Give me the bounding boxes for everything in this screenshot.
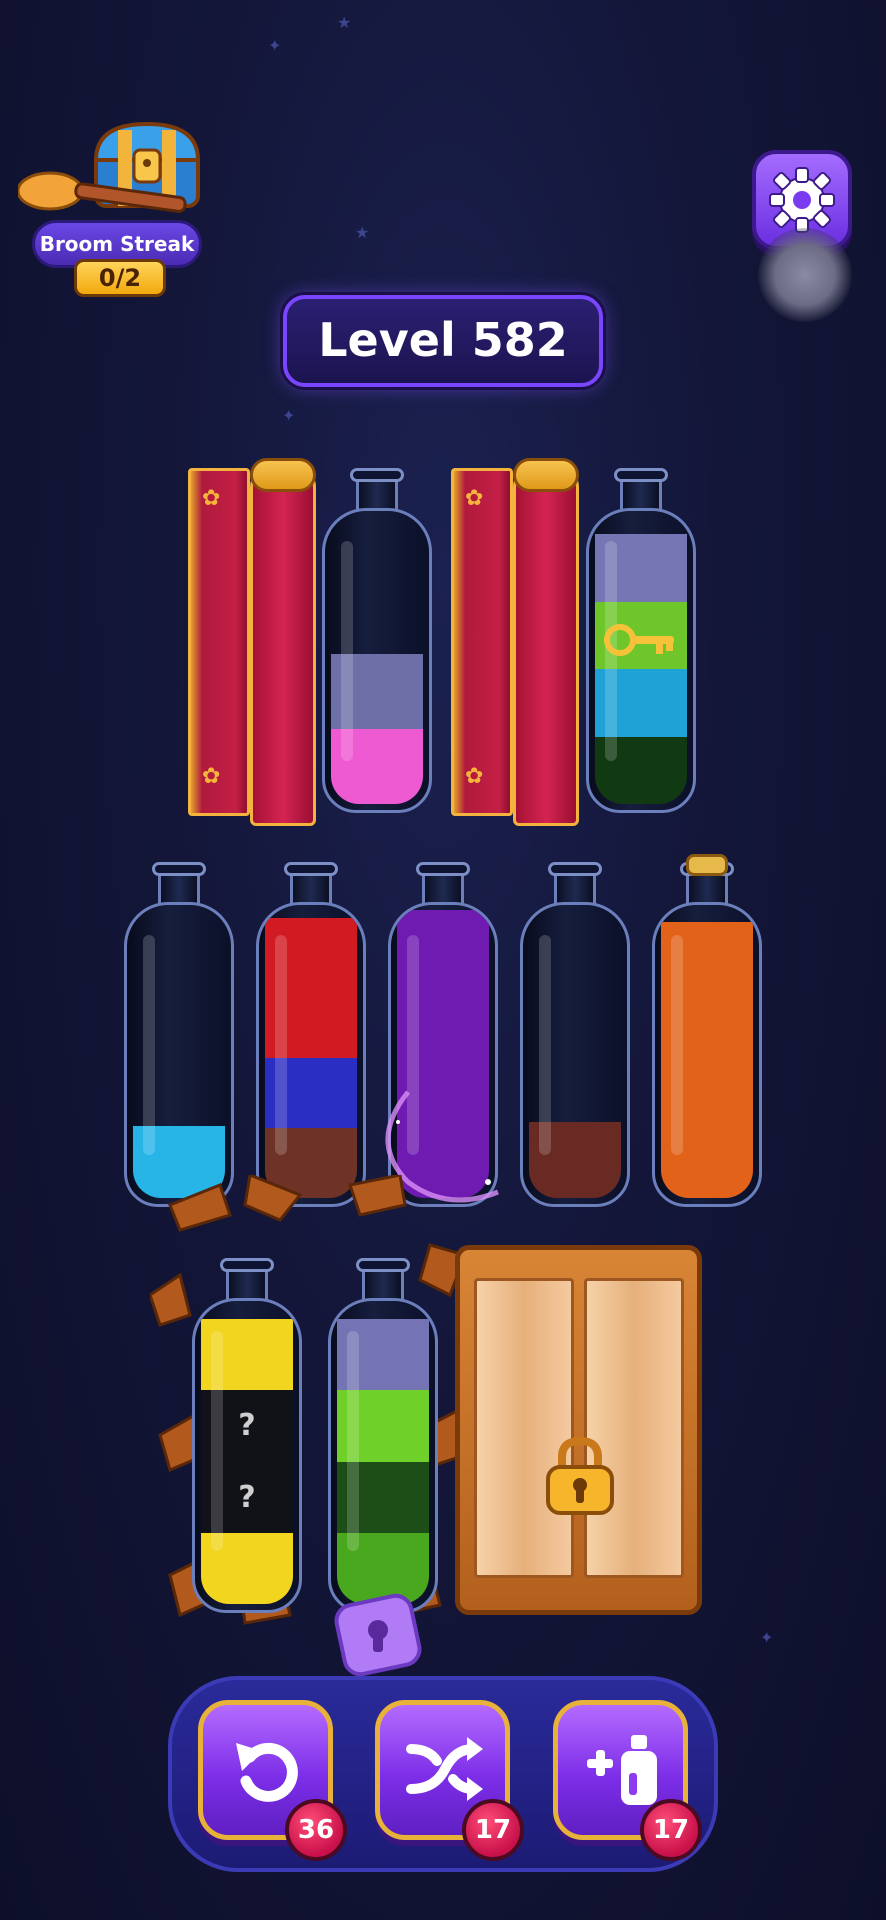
add-bottle-count-badge: 17 xyxy=(640,1799,702,1861)
overlay-touch-indicator xyxy=(758,228,852,322)
golden-key-icon xyxy=(604,624,674,656)
shuffle-button[interactable]: 17 xyxy=(375,1700,524,1861)
cabinet-door-left xyxy=(474,1278,574,1578)
covered-bottle-curtain[interactable]: ✿ ✿ xyxy=(451,458,579,826)
undo-count-badge: 36 xyxy=(285,1799,347,1861)
bottle[interactable]: ?? xyxy=(192,1258,302,1613)
bottle[interactable] xyxy=(520,862,630,1207)
broom-streak-count: 0/2 xyxy=(74,259,166,297)
broom-streak-widget[interactable]: Broom Streak 0/2 xyxy=(18,115,208,305)
bottle[interactable] xyxy=(124,862,234,1207)
flower-ornament: ✿ xyxy=(202,764,221,789)
covered-bottle-curtain[interactable]: ✿ ✿ xyxy=(188,458,316,826)
bottle[interactable] xyxy=(652,854,762,1207)
undo-button[interactable]: 36 xyxy=(198,1700,347,1861)
star-decoration: ✦ xyxy=(268,36,282,55)
star-decoration: ✦ xyxy=(282,406,296,425)
add-bottle-icon xyxy=(587,1735,657,1805)
bottle[interactable] xyxy=(586,468,696,813)
flower-ornament: ✿ xyxy=(465,486,484,511)
star-decoration: ✦ xyxy=(760,1628,774,1647)
star-decoration: ★ xyxy=(355,223,370,242)
bottle[interactable] xyxy=(328,1258,438,1613)
padlock-icon xyxy=(546,1436,614,1515)
shuffle-count-badge: 17 xyxy=(462,1799,524,1861)
purple-keyhole-tile-icon xyxy=(334,1593,422,1677)
bottle[interactable] xyxy=(385,862,499,1207)
undo-icon xyxy=(236,1742,298,1802)
bottle[interactable] xyxy=(256,862,366,1207)
star-decoration: ★ xyxy=(337,13,352,32)
bottle[interactable] xyxy=(322,468,432,813)
add-bottle-button[interactable]: 17 xyxy=(553,1700,702,1861)
flower-ornament: ✿ xyxy=(202,486,221,511)
locked-cabinet[interactable] xyxy=(455,1245,702,1615)
broom-icon xyxy=(18,171,187,213)
cabinet-door-right xyxy=(584,1278,684,1578)
flower-ornament: ✿ xyxy=(465,764,484,789)
cork-stopper-icon xyxy=(686,854,728,876)
level-title: Level 582 xyxy=(283,295,603,387)
shuffle-icon xyxy=(406,1737,483,1801)
